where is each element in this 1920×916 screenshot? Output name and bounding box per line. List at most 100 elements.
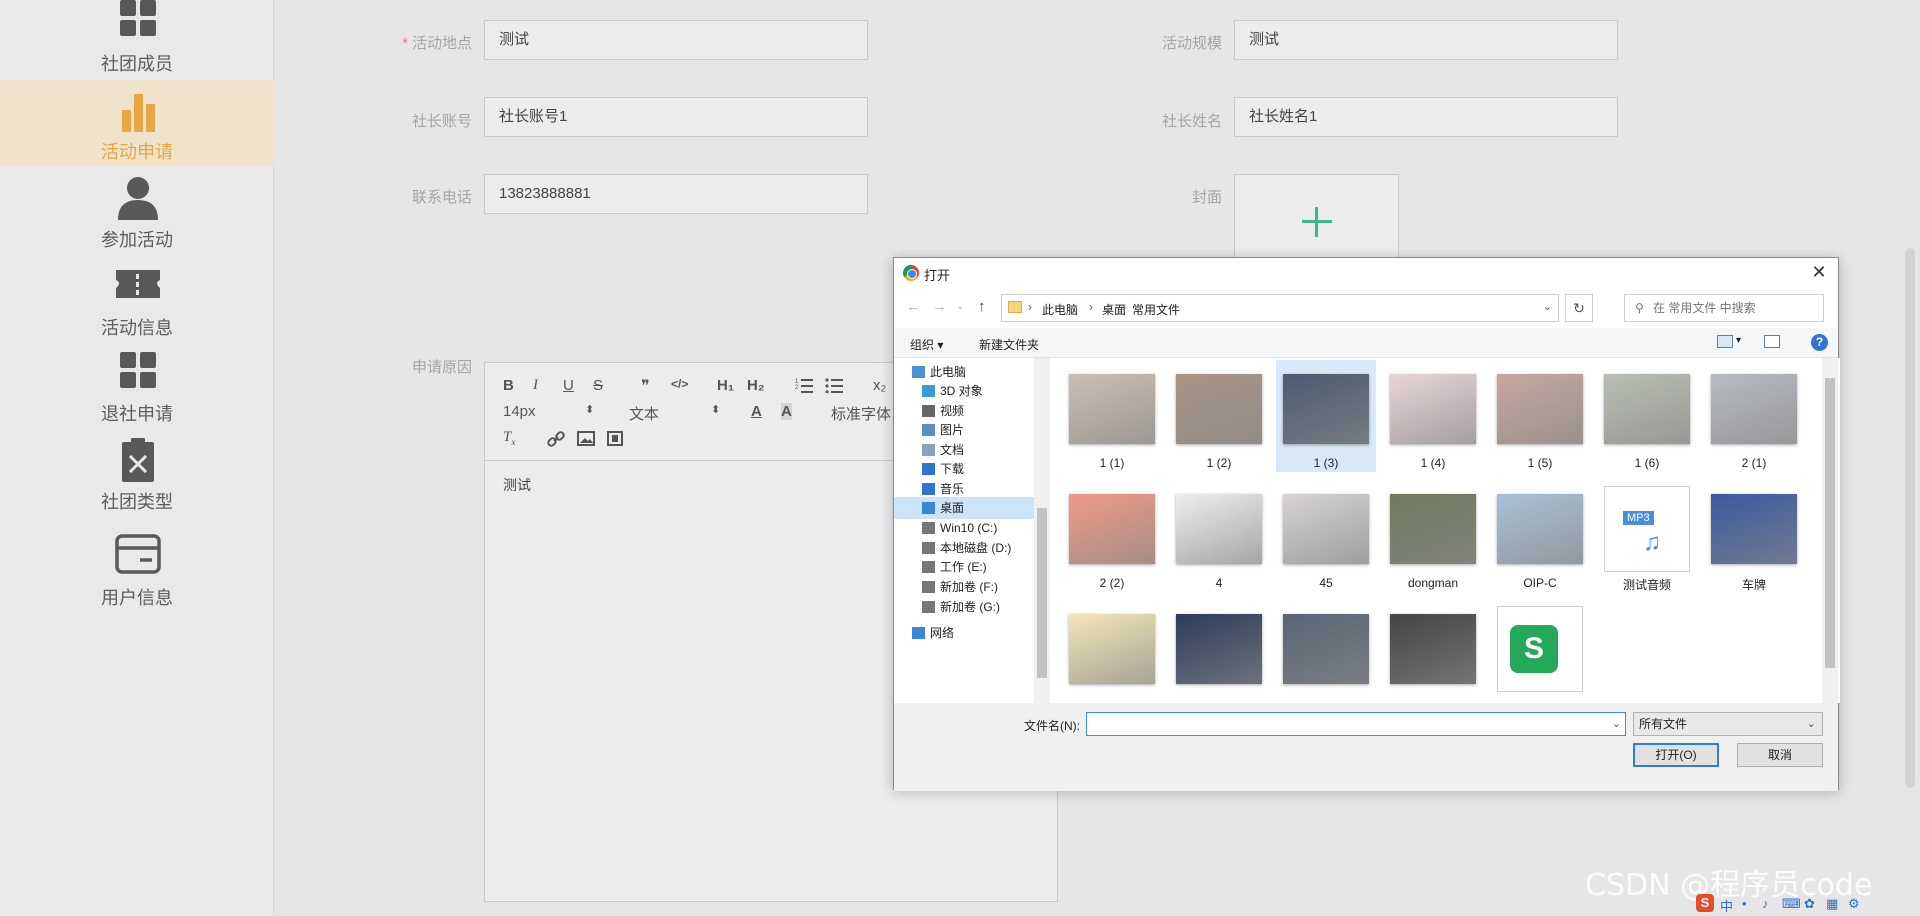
underline-button[interactable]: U bbox=[563, 377, 574, 394]
file-item[interactable]: 1 (2) bbox=[1169, 360, 1269, 472]
new-folder-button[interactable]: 新建文件夹 bbox=[979, 336, 1039, 353]
sidebar-item-members[interactable]: 社团成员 bbox=[0, 0, 274, 86]
preview-pane-icon[interactable] bbox=[1764, 335, 1780, 348]
file-item[interactable]: 2 (1) bbox=[1704, 360, 1804, 472]
file-item[interactable]: 车牌 bbox=[1704, 480, 1804, 592]
h2-button[interactable]: H₂ bbox=[747, 377, 765, 394]
cancel-button[interactable]: 取消 bbox=[1737, 743, 1823, 767]
back-arrow-icon[interactable]: ← bbox=[906, 298, 921, 315]
h1-button[interactable]: H₁ bbox=[717, 377, 734, 394]
video-icon[interactable] bbox=[607, 431, 623, 446]
bold-button[interactable]: B bbox=[503, 377, 514, 394]
close-button[interactable]: ✕ bbox=[1806, 261, 1832, 285]
file-item[interactable]: S bbox=[1490, 600, 1590, 712]
quote-button[interactable]: ❞ bbox=[641, 376, 650, 396]
help-button[interactable]: ? bbox=[1811, 334, 1828, 351]
chevron-down-icon[interactable]: ▾ bbox=[1736, 335, 1741, 346]
view-options-icon[interactable] bbox=[1717, 335, 1733, 348]
ime-icon[interactable]: S bbox=[1696, 894, 1714, 912]
open-button[interactable]: 打开(O) bbox=[1633, 743, 1719, 767]
leader-name-field[interactable]: 社长姓名1 bbox=[1234, 97, 1618, 137]
file-item[interactable]: MP3 ♫ 测试音频 bbox=[1597, 480, 1697, 592]
drive-icon bbox=[922, 581, 935, 593]
microphone-icon[interactable]: ♪ bbox=[1762, 896, 1769, 911]
sidebar-item-quit-apply[interactable]: 退社申请 bbox=[0, 348, 274, 434]
toolbox-icon[interactable]: ▦ bbox=[1826, 896, 1838, 912]
file-item[interactable] bbox=[1276, 600, 1376, 712]
file-item[interactable]: 1 (5) bbox=[1490, 360, 1590, 472]
scale-field[interactable]: 测试 bbox=[1234, 20, 1618, 60]
file-item[interactable] bbox=[1383, 600, 1483, 712]
tree-scroll-thumb[interactable] bbox=[1037, 508, 1047, 678]
tree-item[interactable]: 工作 (E:) bbox=[894, 556, 1034, 578]
chevron-down-icon[interactable]: ⌄ bbox=[1612, 717, 1621, 730]
filename-input[interactable]: ⌄ bbox=[1086, 712, 1626, 736]
tree-item[interactable]: 桌面 bbox=[894, 497, 1034, 519]
cover-upload[interactable] bbox=[1234, 174, 1399, 264]
font-size-select[interactable]: 14px bbox=[503, 403, 536, 420]
punctuation-icon[interactable]: • bbox=[1742, 896, 1747, 911]
file-item[interactable]: 45 bbox=[1276, 480, 1376, 592]
tree-item[interactable]: 图片 bbox=[894, 419, 1034, 441]
skin-icon[interactable]: ✿ bbox=[1804, 896, 1815, 912]
background-color-icon[interactable]: A bbox=[781, 403, 792, 420]
sidebar-item-user-info[interactable]: 用户信息 bbox=[0, 530, 274, 616]
search-input[interactable] bbox=[1653, 299, 1818, 317]
search-box[interactable]: ⚲ bbox=[1624, 294, 1824, 322]
file-item[interactable]: 2 (2) bbox=[1062, 480, 1162, 592]
file-grid-scrollbar[interactable] bbox=[1822, 358, 1838, 703]
breadcrumb-this-pc[interactable]: 此电脑 bbox=[1042, 301, 1078, 318]
tree-item[interactable]: Win10 (C:) bbox=[894, 517, 1034, 539]
tree-item[interactable]: 新加卷 (G:) bbox=[894, 596, 1034, 618]
tree-item[interactable]: 下载 bbox=[894, 458, 1034, 480]
sidebar-item-club-type[interactable]: 社团类型 bbox=[0, 436, 274, 522]
link-icon[interactable] bbox=[547, 431, 565, 447]
tree-item[interactable]: 3D 对象 bbox=[894, 380, 1034, 402]
forward-arrow-icon[interactable]: → bbox=[932, 298, 947, 315]
file-grid-scroll-thumb[interactable] bbox=[1825, 378, 1835, 668]
file-item[interactable] bbox=[1062, 600, 1162, 712]
refresh-button[interactable]: ↻ bbox=[1565, 294, 1593, 322]
keyboard-icon[interactable]: ⌨ bbox=[1782, 896, 1801, 912]
file-item[interactable]: 1 (3) bbox=[1276, 360, 1376, 472]
file-item[interactable]: 1 (6) bbox=[1597, 360, 1697, 472]
block-type-select[interactable]: 文本 bbox=[629, 403, 659, 424]
ordered-list-icon[interactable]: 1 2 bbox=[795, 377, 813, 393]
font-family-select[interactable]: 标准字体 bbox=[831, 403, 891, 424]
breadcrumb-common-files[interactable]: 常用文件 bbox=[1132, 301, 1180, 318]
organize-button[interactable]: 组织 ▾ bbox=[910, 336, 943, 353]
subscript-button[interactable]: x₂ bbox=[873, 377, 886, 394]
editor-content[interactable]: 测试 bbox=[503, 475, 531, 495]
file-item[interactable]: 1 (4) bbox=[1383, 360, 1483, 472]
sidebar-item-activity-apply[interactable]: 活动申请 bbox=[0, 80, 274, 166]
tree-item[interactable]: 新加卷 (F:) bbox=[894, 576, 1034, 598]
location-field[interactable]: 测试 bbox=[484, 20, 868, 60]
italic-button[interactable]: I bbox=[533, 377, 538, 394]
up-arrow-icon[interactable]: ↑ bbox=[978, 298, 986, 315]
page-scrollbar[interactable] bbox=[1905, 248, 1915, 788]
sidebar-item-join-activity[interactable]: 参加活动 bbox=[0, 172, 274, 258]
strikethrough-button[interactable]: S bbox=[593, 377, 603, 394]
bullet-list-icon[interactable] bbox=[825, 377, 843, 393]
language-indicator[interactable]: 中 bbox=[1720, 896, 1733, 915]
leader-account-field[interactable]: 社长账号1 bbox=[484, 97, 868, 137]
phone-field[interactable]: 13823888881 bbox=[484, 174, 868, 214]
tree-scrollbar[interactable] bbox=[1034, 358, 1050, 703]
file-item[interactable]: OIP-C bbox=[1490, 480, 1590, 592]
chevron-down-icon[interactable]: ⌄ bbox=[1543, 300, 1552, 313]
tree-item[interactable]: 网络 bbox=[894, 622, 1034, 644]
settings-icon[interactable]: ⚙ bbox=[1848, 896, 1860, 912]
address-bar[interactable]: › 此电脑 › 桌面 › 常用文件 ⌄ bbox=[1001, 294, 1559, 322]
sidebar-item-activity-info[interactable]: 活动信息 bbox=[0, 260, 274, 346]
file-item[interactable]: dongman bbox=[1383, 480, 1483, 592]
font-color-icon[interactable]: A bbox=[751, 403, 762, 420]
image-icon[interactable] bbox=[577, 431, 595, 446]
file-type-select[interactable]: 所有文件 ⌄ bbox=[1633, 712, 1823, 736]
file-item[interactable] bbox=[1169, 600, 1269, 712]
code-button[interactable]: </> bbox=[671, 377, 688, 391]
chevron-updown-icon: ⬍ bbox=[711, 404, 721, 416]
file-item[interactable]: 1 (1) bbox=[1062, 360, 1162, 472]
file-item[interactable]: 4 bbox=[1169, 480, 1269, 592]
recent-dropdown-icon[interactable]: ⌄ bbox=[956, 301, 964, 312]
clear-format-icon[interactable]: Tx bbox=[503, 429, 515, 447]
